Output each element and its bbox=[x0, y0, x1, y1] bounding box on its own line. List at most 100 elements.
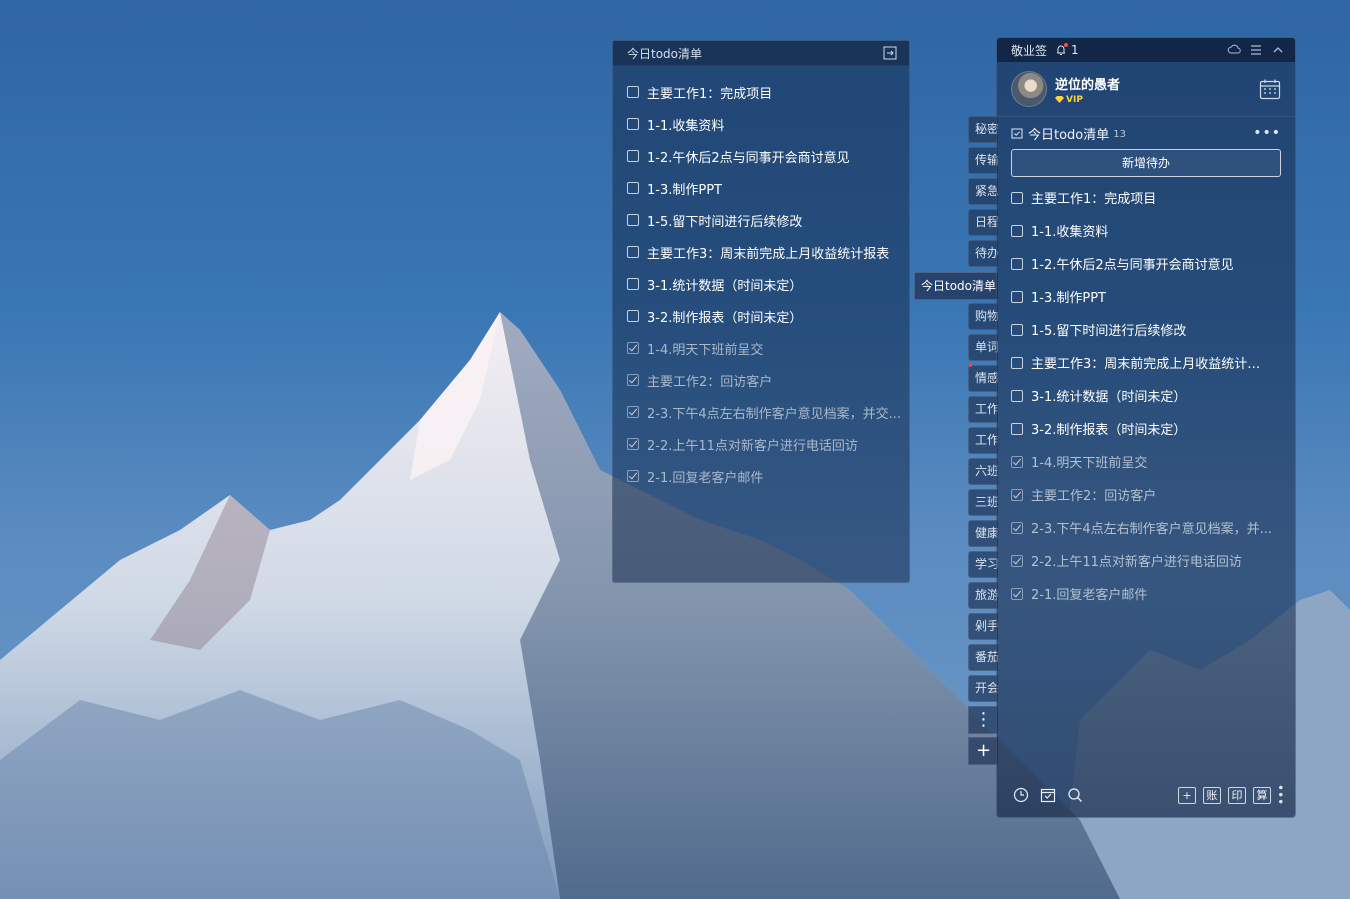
checkbox[interactable] bbox=[627, 278, 639, 290]
category-tab[interactable]: 工作 bbox=[968, 427, 998, 454]
checkbox[interactable] bbox=[1011, 224, 1023, 237]
todo-item[interactable]: 3-2.制作报表（时间未定） bbox=[1011, 412, 1273, 445]
calendar-check-icon[interactable] bbox=[1040, 787, 1056, 803]
category-tab[interactable]: 日程 bbox=[968, 209, 998, 236]
more-tabs-button[interactable]: ⋮ bbox=[968, 706, 998, 734]
todo-item[interactable]: 主要工作1：完成项目 bbox=[1011, 181, 1273, 214]
todo-item[interactable]: 2-3.下午4点左右制作客户意见档案，并... bbox=[1011, 511, 1273, 544]
checkbox[interactable] bbox=[627, 246, 639, 258]
todo-item[interactable]: 主要工作2：回访客户 bbox=[1011, 478, 1273, 511]
category-tab[interactable]: 学习 bbox=[968, 551, 998, 578]
checkbox[interactable] bbox=[627, 118, 639, 130]
checkbox-checked[interactable] bbox=[627, 406, 639, 418]
todo-item[interactable]: 主要工作3：周末前完成上月收益统计报表 bbox=[1011, 346, 1273, 379]
notify-count: 1 bbox=[1071, 43, 1079, 57]
checkbox[interactable] bbox=[627, 150, 639, 162]
checkbox[interactable] bbox=[1011, 323, 1023, 336]
floating-todo-panel: 今日todo清单 主要工作1：完成项目 1-1.收集资料 1-2.午休后2点与同事开… bbox=[612, 40, 910, 583]
category-tab[interactable]: 剁手 bbox=[968, 613, 998, 640]
category-tab[interactable]: 秘密 bbox=[968, 116, 998, 143]
app-title-bar: 敬业签 1 bbox=[997, 38, 1295, 62]
todo-item[interactable]: 2-1.回复老客户邮件 bbox=[627, 460, 903, 492]
todo-item[interactable]: 主要工作1：完成项目 bbox=[627, 76, 903, 108]
checkbox-checked[interactable] bbox=[1011, 554, 1023, 567]
todo-item[interactable]: 1-1.收集资料 bbox=[1011, 214, 1273, 247]
checkbox[interactable] bbox=[1011, 257, 1023, 270]
checkbox[interactable] bbox=[627, 86, 639, 98]
user-name[interactable]: 逆位的愚者 bbox=[1055, 74, 1120, 93]
floating-todo-list: 主要工作1：完成项目 1-1.收集资料 1-2.午休后2点与同事开会商讨意见 1-3.… bbox=[613, 66, 909, 492]
todo-item[interactable]: 2-2.上午11点对新客户进行电话回访 bbox=[627, 428, 903, 460]
bottom-tool-button[interactable]: 印 bbox=[1228, 786, 1246, 804]
todo-item[interactable]: 1-4.明天下班前呈交 bbox=[627, 332, 903, 364]
checkbox-checked[interactable] bbox=[1011, 587, 1023, 600]
category-tab[interactable]: 购物 bbox=[968, 303, 998, 330]
category-tab[interactable]: 传输 bbox=[968, 147, 998, 174]
add-tab-button[interactable]: + bbox=[968, 737, 998, 765]
todo-item[interactable]: 1-2.午休后2点与同事开会商讨意见 bbox=[1011, 247, 1273, 280]
todo-item[interactable]: 1-2.午休后2点与同事开会商讨意见 bbox=[627, 140, 903, 172]
checkbox[interactable] bbox=[1011, 422, 1023, 435]
checkbox-checked[interactable] bbox=[627, 374, 639, 386]
todo-item[interactable]: 3-2.制作报表（时间未定） bbox=[627, 300, 903, 332]
checkbox-checked[interactable] bbox=[1011, 455, 1023, 468]
checkbox[interactable] bbox=[1011, 290, 1023, 303]
checkbox[interactable] bbox=[627, 182, 639, 194]
new-todo-button[interactable]: 新增待办 bbox=[1011, 149, 1281, 177]
category-tab[interactable]: 工作 bbox=[968, 396, 998, 423]
todo-item[interactable]: 1-3.制作PPT bbox=[627, 172, 903, 204]
bottom-tool-button[interactable]: + bbox=[1178, 786, 1196, 804]
todo-item[interactable]: 2-2.上午11点对新客户进行电话回访 bbox=[1011, 544, 1273, 577]
category-tab[interactable]: 番茄 bbox=[968, 644, 998, 671]
todo-item[interactable]: 1-5.留下时间进行后续修改 bbox=[1011, 313, 1273, 346]
todo-item[interactable]: 主要工作2：回访客户 bbox=[627, 364, 903, 396]
todo-item[interactable]: 2-3.下午4点左右制作客户意见档案，并交... bbox=[627, 396, 903, 428]
overflow-dots-icon[interactable]: ••• bbox=[1273, 784, 1287, 805]
category-tab[interactable]: 紧急 bbox=[968, 178, 998, 205]
category-tab[interactable]: 旅游 bbox=[968, 582, 998, 609]
bottom-tool-button[interactable]: 账 bbox=[1203, 786, 1221, 804]
category-tab[interactable]: 三班 bbox=[968, 489, 998, 516]
todo-text: 1-3.制作PPT bbox=[1031, 291, 1106, 306]
calendar-icon[interactable] bbox=[1259, 78, 1281, 100]
search-icon[interactable] bbox=[1067, 787, 1083, 803]
bottom-tool-button[interactable]: 算 bbox=[1253, 786, 1271, 804]
category-tab[interactable]: 情感 bbox=[968, 365, 998, 392]
checkbox[interactable] bbox=[1011, 389, 1023, 402]
todo-item[interactable]: 1-1.收集资料 bbox=[627, 108, 903, 140]
checkbox[interactable] bbox=[627, 214, 639, 226]
vip-label: VIP bbox=[1066, 94, 1083, 105]
menu-icon[interactable] bbox=[1249, 43, 1263, 57]
app-title: 敬业签 bbox=[1011, 43, 1048, 58]
chevron-up-icon[interactable] bbox=[1271, 43, 1285, 57]
clock-icon[interactable] bbox=[1013, 787, 1029, 803]
todo-item[interactable]: 3-1.统计数据（时间未定） bbox=[627, 268, 903, 300]
todo-item[interactable]: 1-3.制作PPT bbox=[1011, 280, 1273, 313]
more-options-button[interactable]: ••• bbox=[1253, 125, 1281, 141]
checkbox-checked[interactable] bbox=[627, 438, 639, 450]
bell-icon[interactable] bbox=[1055, 43, 1069, 56]
category-tab[interactable]: 开会 bbox=[968, 675, 998, 702]
checkbox[interactable] bbox=[627, 310, 639, 322]
todo-text: 主要工作2：回访客户 bbox=[1031, 489, 1157, 504]
checkbox-checked[interactable] bbox=[1011, 521, 1023, 534]
todo-text: 1-4.明天下班前呈交 bbox=[647, 342, 764, 358]
todo-item[interactable]: 3-1.统计数据（时间未定） bbox=[1011, 379, 1273, 412]
tab-active-todo[interactable]: 今日todo清单 bbox=[914, 272, 998, 300]
avatar[interactable] bbox=[1011, 71, 1047, 107]
category-tab[interactable]: 待办 bbox=[968, 240, 998, 267]
checkbox-checked[interactable] bbox=[1011, 488, 1023, 501]
checkbox[interactable] bbox=[1011, 191, 1023, 204]
todo-item[interactable]: 1-4.明天下班前呈交 bbox=[1011, 445, 1273, 478]
cloud-sync-icon[interactable] bbox=[1227, 43, 1241, 57]
checkbox[interactable] bbox=[1011, 356, 1023, 369]
todo-item[interactable]: 主要工作3：周末前完成上月收益统计报表 bbox=[627, 236, 903, 268]
checkbox-checked[interactable] bbox=[627, 342, 639, 354]
category-tab[interactable]: 健康 bbox=[968, 520, 998, 547]
checkbox-checked[interactable] bbox=[627, 470, 639, 482]
todo-item[interactable]: 1-5.留下时间进行后续修改 bbox=[627, 204, 903, 236]
todo-text: 主要工作1：完成项目 bbox=[1031, 192, 1157, 207]
exit-icon[interactable] bbox=[883, 46, 897, 60]
category-tab[interactable]: 六班 bbox=[968, 458, 998, 485]
category-tab[interactable]: 单词 bbox=[968, 334, 998, 361]
